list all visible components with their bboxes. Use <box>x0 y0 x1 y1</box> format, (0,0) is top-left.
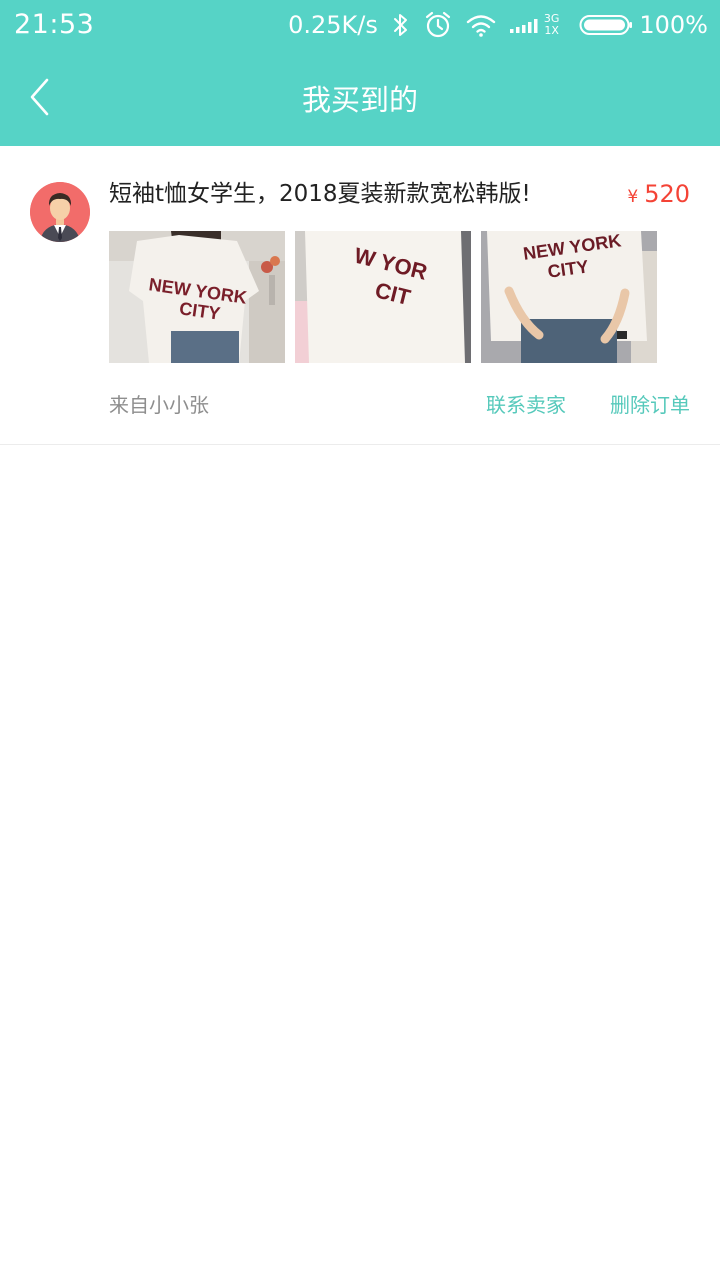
product-photos: NEW YORK CITY W YOR CIT NEW YORK CITY <box>109 231 669 363</box>
price-value: 520 <box>644 180 690 208</box>
order-card[interactable]: 短袖t恤女学生，2018夏装新款宽松韩版! ¥520 NEW YORK CITY… <box>0 146 720 445</box>
price-currency: ¥ <box>627 187 639 207</box>
delete-order-button[interactable]: 删除订单 <box>610 390 690 420</box>
status-bar: 21:53 0.25K/s 3G 1X 100% <box>0 0 720 50</box>
alarm-icon <box>424 11 452 39</box>
app-header: 我买到的 <box>0 50 720 146</box>
product-photo-1[interactable]: NEW YORK CITY <box>109 231 285 363</box>
wifi-icon <box>466 13 496 37</box>
contact-seller-button[interactable]: 联系卖家 <box>486 390 566 420</box>
product-price: ¥520 <box>627 176 690 215</box>
product-photo-2[interactable]: W YOR CIT <box>295 231 471 363</box>
network-type-bottom: 1X <box>544 24 559 37</box>
seller-from-label: 来自小小张 <box>109 393 209 417</box>
top-bar: 21:53 0.25K/s 3G 1X 100% 我买到的 <box>0 0 720 146</box>
app-screen: 21:53 0.25K/s 3G 1X 100% 我买到的 短袖t恤女学生，20… <box>0 0 720 1280</box>
seller-avatar[interactable] <box>30 182 90 242</box>
signal-icon <box>509 15 540 35</box>
status-net-speed: 0.25K/s <box>288 11 378 39</box>
status-right: 0.25K/s 3G 1X 100% <box>288 8 708 42</box>
product-title[interactable]: 短袖t恤女学生，2018夏装新款宽松韩版! <box>109 176 589 212</box>
battery-icon <box>579 13 633 37</box>
battery-percent: 100% <box>639 11 708 39</box>
avatar-person-icon <box>30 182 90 242</box>
product-photo-3[interactable]: NEW YORK CITY <box>481 231 657 363</box>
page-title: 我买到的 <box>301 83 418 117</box>
status-time: 21:53 <box>14 9 95 40</box>
bluetooth-icon <box>392 12 410 38</box>
network-type: 3G 1X <box>544 13 560 37</box>
